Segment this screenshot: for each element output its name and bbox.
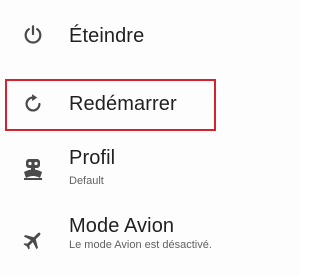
menu-item-sublabel: Le mode Avion est désactivé. [69, 239, 212, 251]
menu-item-label: Éteindre [69, 25, 145, 47]
menu-item-power-off[interactable]: Éteindre [0, 10, 300, 62]
power-menu: Éteindre Redémarrer Profil Default Mode … [0, 0, 300, 276]
menu-item-profile[interactable]: Profil Default [0, 140, 300, 196]
profile-icon [18, 154, 48, 184]
menu-item-airplane-mode[interactable]: Mode Avion Le mode Avion est désactivé. [0, 208, 300, 268]
menu-item-restart[interactable]: Redémarrer [0, 80, 300, 130]
menu-item-sublabel: Default [69, 175, 104, 187]
power-icon [18, 20, 48, 50]
menu-item-label: Profil [69, 147, 116, 169]
airplane-icon [18, 225, 48, 255]
restart-icon [18, 89, 48, 119]
menu-item-label: Redémarrer [69, 93, 177, 115]
menu-item-label: Mode Avion [69, 215, 175, 237]
